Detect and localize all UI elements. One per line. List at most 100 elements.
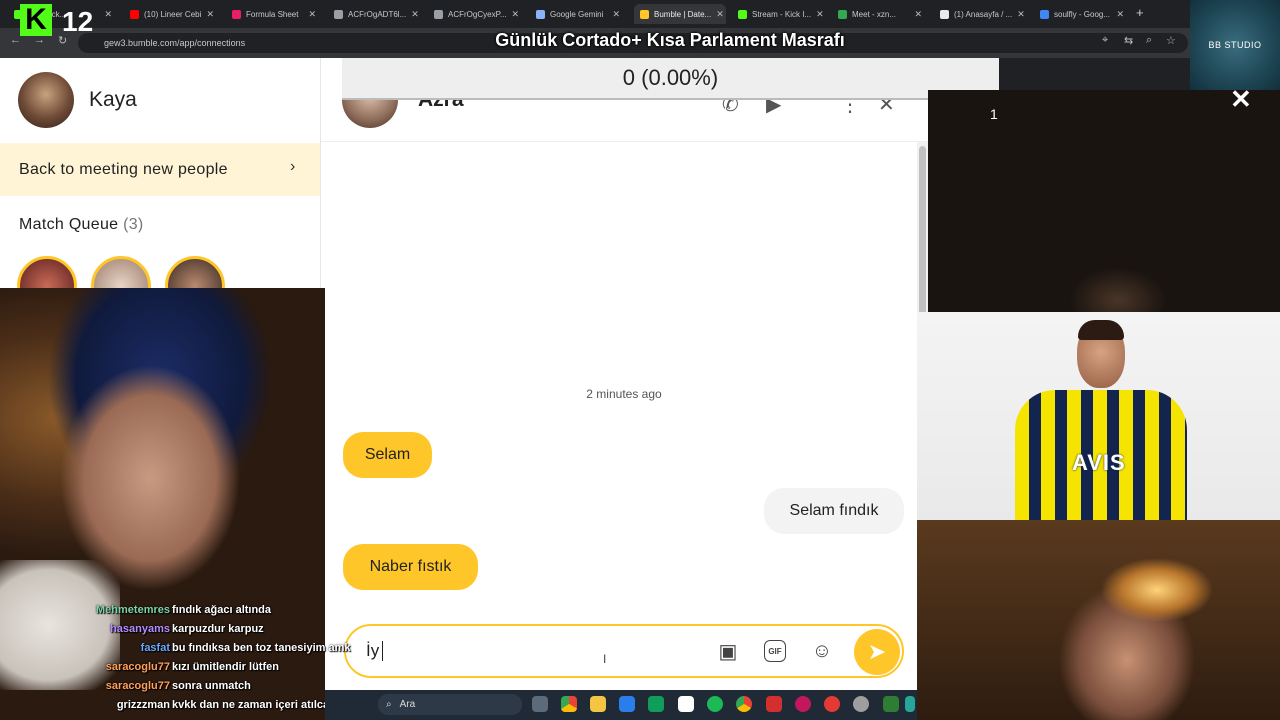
match-queue-label: Match Queue — [19, 216, 119, 233]
browser-tab[interactable]: (10) Lineer Cebi ✕ — [124, 4, 220, 24]
back-to-meeting-link[interactable]: Back to meeting new people — [0, 143, 320, 196]
tab-favicon-icon — [738, 9, 747, 19]
chat-username: grizzzman — [116, 699, 170, 711]
browser-tab[interactable]: ACFrOgADT6l... ✕ — [328, 4, 422, 24]
browser-tab[interactable]: Meet - xzn... ✕ — [832, 4, 928, 24]
recorder-icon[interactable] — [824, 696, 840, 712]
profile-name: Kaya — [89, 88, 137, 111]
emoji-icon[interactable]: ☺ — [808, 637, 836, 665]
tab-close-icon[interactable]: ✕ — [206, 9, 214, 20]
file-explorer-icon[interactable] — [590, 696, 606, 712]
message-timestamp: 2 minutes ago — [586, 387, 662, 401]
match-queue-count: (3) — [123, 216, 144, 233]
browser-tab[interactable]: Stream - Kick I... ✕ — [732, 4, 826, 24]
tab-label: Google Gemini — [550, 9, 604, 19]
jersey-sponsor-text: AVIS — [1072, 450, 1126, 475]
tab-close-icon[interactable]: ✕ — [914, 9, 922, 20]
studio-badge-text: BB STUDIO — [1208, 40, 1262, 50]
donation-counter-text: 0 (0.00%) — [622, 65, 719, 90]
donation-counter-bar: 0 (0.00%) — [342, 58, 999, 100]
chevron-right-icon: › — [290, 158, 296, 175]
tab-label: Meet - xzn... — [852, 9, 897, 19]
chat-line: Mehmetemres fındık ağacı altında — [0, 604, 390, 623]
app-green-icon[interactable] — [883, 696, 899, 712]
chat-line: hasanyams karpuzdur karpuz — [0, 623, 390, 642]
tab-favicon-icon — [232, 9, 241, 19]
browser-tab[interactable]: soulfly - Goog... ✕ — [1034, 4, 1130, 24]
location-icon[interactable]: ⌖ — [1102, 34, 1108, 47]
gif-icon[interactable]: GIF — [764, 640, 786, 662]
chat-username: hasanyams — [110, 623, 170, 635]
tab-close-icon[interactable]: ✕ — [1017, 9, 1025, 20]
profile-avatar[interactable] — [18, 72, 74, 128]
taskbar-search[interactable]: ⌕ Ara — [378, 694, 522, 715]
tab-favicon-icon — [640, 9, 649, 19]
browser-tab[interactable]: Google Gemini ✕ — [530, 4, 626, 24]
tab-favicon-icon — [536, 9, 545, 19]
message-bubble-incoming: Naber fıstık — [343, 544, 478, 590]
app-teal-icon[interactable] — [905, 696, 915, 712]
chrome-icon[interactable] — [561, 696, 577, 712]
browser-tab[interactable]: (1) Anasayfa / ... ✕ — [934, 4, 1028, 24]
taskbar-search-placeholder: Ara — [399, 699, 416, 710]
chat-line: fasfat bu fındıksa ben toz tanesiyim amk — [0, 642, 390, 661]
mouse-ibeam-cursor: I — [603, 652, 607, 666]
new-tab-button[interactable]: + — [1136, 5, 1144, 20]
tab-close-icon[interactable]: ✕ — [411, 9, 419, 20]
bookmark-star-icon[interactable]: ☆ — [1166, 34, 1176, 47]
settings-icon[interactable] — [853, 696, 869, 712]
tab-label: (1) Anasayfa / ... — [954, 9, 1013, 19]
task-view-icon[interactable] — [532, 696, 548, 712]
close-overlay-icon[interactable]: ✕ — [1230, 84, 1252, 115]
tab-label: ACFrOgCyexP... — [448, 9, 507, 19]
kick-logo: K — [20, 4, 52, 36]
message-bubble-incoming: Selam — [343, 432, 432, 478]
chrome-alt-icon[interactable] — [736, 696, 752, 712]
tab-close-icon[interactable]: ✕ — [612, 9, 620, 20]
browser-tab[interactable]: Formula Sheet ✕ — [226, 4, 322, 24]
message-text: Selam — [364, 446, 411, 463]
tab-close-icon[interactable]: ✕ — [512, 9, 520, 20]
chat-username: Mehmetemres — [96, 604, 170, 616]
tab-close-icon[interactable]: ✕ — [104, 9, 112, 20]
match-queue-header: Match Queue (3) — [19, 216, 144, 234]
stream-title-overlay: Günlük Cortado+ Kısa Parlament Masrafı — [495, 30, 845, 50]
chat-message: sonra unmatch — [172, 680, 251, 692]
webcam-streamer — [917, 520, 1280, 720]
tab-close-icon[interactable]: ✕ — [1116, 9, 1124, 20]
tab-label: (10) Lineer Cebi — [144, 9, 202, 19]
tab-label: soulfly - Goog... — [1054, 9, 1111, 19]
browser-tab[interactable]: ACFrOgCyexP... ✕ — [428, 4, 524, 24]
browser-tab[interactable]: Bumble | Date... ✕ — [634, 4, 726, 24]
zoom-icon[interactable]: ⌕ — [1146, 34, 1152, 47]
tab-favicon-icon — [334, 9, 343, 19]
tab-favicon-icon — [940, 9, 949, 19]
tab-close-icon[interactable]: ✕ — [716, 9, 724, 20]
search-icon: ⌕ — [386, 699, 392, 710]
image-upload-icon[interactable]: ▣ — [714, 637, 742, 665]
acrobat-icon[interactable] — [766, 696, 782, 712]
chat-message: fındık ağacı altında — [172, 604, 272, 616]
chat-body — [321, 142, 917, 690]
tab-favicon-icon — [838, 9, 847, 19]
copilot-icon[interactable] — [619, 696, 635, 712]
edge-icon[interactable] — [648, 696, 664, 712]
tab-label: Formula Sheet — [246, 9, 299, 19]
tab-close-icon[interactable]: ✕ — [816, 9, 824, 20]
back-link-label: Back to meeting new people — [19, 160, 228, 178]
chat-message: kızı ümitlendir lütfen — [172, 661, 279, 673]
chat-message: bu fındıksa ben toz tanesiyim amk — [172, 642, 351, 654]
translate-icon[interactable]: ⇆ — [1124, 34, 1133, 47]
viewer-count-overlay: 12 — [62, 6, 94, 37]
player-hair — [1078, 320, 1124, 340]
studio-badge: BB STUDIO — [1190, 0, 1280, 90]
overlay-number: 1 — [990, 106, 998, 122]
chat-username: fasfat — [140, 642, 170, 654]
app-icon[interactable] — [795, 696, 811, 712]
send-button[interactable]: ➤ — [854, 629, 900, 675]
spotify-icon[interactable] — [707, 696, 723, 712]
store-icon[interactable] — [678, 696, 694, 712]
tab-label: Bumble | Date... — [654, 9, 712, 19]
tab-close-icon[interactable]: ✕ — [308, 9, 316, 20]
chat-message: karpuzdur karpuz — [172, 623, 264, 635]
